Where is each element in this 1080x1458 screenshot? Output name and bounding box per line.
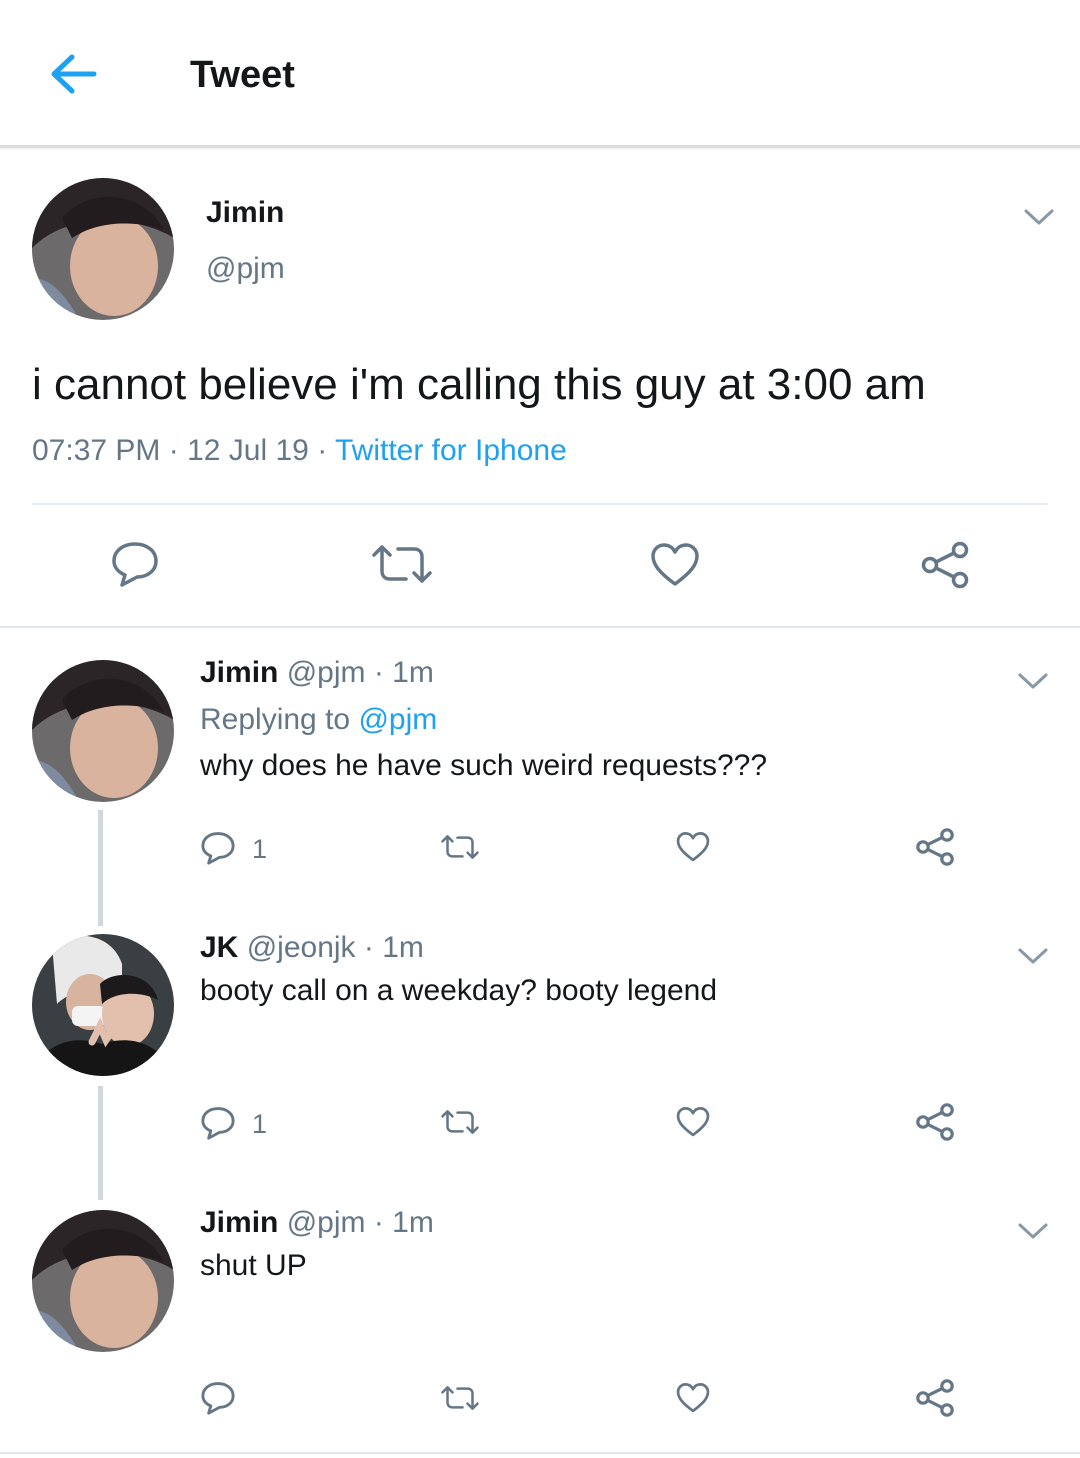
retweet-icon[interactable] — [440, 1384, 480, 1412]
top-bar: Tweet — [0, 0, 1080, 148]
reply-icon[interactable] — [110, 540, 160, 588]
chevron-down-icon[interactable] — [1022, 206, 1056, 228]
replying-to-label: Replying to — [200, 703, 359, 736]
chevron-down-icon[interactable] — [1016, 670, 1050, 692]
like-heart-icon[interactable] — [676, 1382, 710, 1414]
reply-header: Jimin @pjm · 1m — [200, 1206, 434, 1240]
retweet-icon[interactable] — [370, 543, 434, 585]
like-heart-icon[interactable] — [650, 542, 700, 588]
meta-separator: · — [365, 656, 393, 689]
back-arrow-icon[interactable] — [48, 52, 100, 96]
author-name[interactable]: Jimin — [206, 196, 284, 230]
avatar[interactable] — [32, 934, 174, 1076]
replying-to: Replying to @pjm — [200, 703, 437, 737]
reply-count: 1 — [252, 1109, 268, 1139]
author-name[interactable]: JK — [200, 931, 238, 964]
author-handle[interactable]: @jeonjk — [247, 931, 356, 964]
meta-separator: · — [355, 931, 383, 964]
retweet-icon[interactable] — [440, 833, 480, 861]
tweet-time: 07:37 PM — [32, 434, 161, 467]
chevron-down-icon[interactable] — [1016, 1220, 1050, 1242]
share-icon[interactable] — [920, 540, 970, 590]
reply-header: JK @jeonjk · 1m — [200, 931, 424, 965]
tweet-age: 1m — [392, 1206, 434, 1239]
reply-text: booty call on a weekday? booty legend — [200, 974, 718, 1007]
reply-icon[interactable] — [200, 1380, 236, 1416]
like-heart-icon[interactable] — [676, 1106, 710, 1138]
reply-text: why does he have such weird requests??? — [200, 749, 768, 782]
meta-separator: · — [308, 434, 335, 467]
divider — [32, 503, 1048, 505]
author-handle[interactable]: @pjm — [206, 252, 285, 286]
avatar[interactable] — [32, 1210, 174, 1352]
page-title: Tweet — [190, 54, 295, 96]
reply-count: 1 — [252, 834, 268, 864]
author-handle[interactable]: @pjm — [287, 1206, 366, 1239]
divider — [0, 626, 1080, 628]
avatar[interactable] — [32, 178, 174, 320]
share-icon[interactable] — [915, 1378, 955, 1418]
tweet-text: i cannot believe i'm calling this guy at… — [32, 360, 926, 409]
author-name[interactable]: Jimin — [200, 656, 278, 689]
reply-header: Jimin @pjm · 1m — [200, 656, 434, 690]
divider — [0, 1452, 1080, 1454]
tweet-date: 12 Jul 19 — [187, 434, 309, 467]
meta-separator: · — [365, 1206, 393, 1239]
like-heart-icon[interactable] — [676, 831, 710, 863]
avatar[interactable] — [32, 660, 174, 802]
author-name[interactable]: Jimin — [200, 1206, 278, 1239]
replying-to-handle[interactable]: @pjm — [358, 703, 437, 736]
reply-icon[interactable] — [200, 830, 236, 866]
share-icon[interactable] — [915, 1102, 955, 1142]
tweet-age: 1m — [392, 656, 434, 689]
chevron-down-icon[interactable] — [1016, 945, 1050, 967]
reply-text: shut UP — [200, 1249, 307, 1282]
thread-line — [98, 1086, 103, 1200]
retweet-icon[interactable] — [440, 1108, 480, 1136]
author-handle[interactable]: @pjm — [287, 656, 366, 689]
tweet-meta: 07:37 PM · 12 Jul 19 · Twitter for Iphon… — [32, 434, 567, 468]
reply-icon[interactable] — [200, 1105, 236, 1141]
tweet-source-link[interactable]: Twitter for Iphone — [335, 434, 567, 467]
thread-line — [98, 810, 103, 926]
tweet-age: 1m — [382, 931, 424, 964]
meta-separator: · — [160, 434, 188, 467]
share-icon[interactable] — [915, 827, 955, 867]
